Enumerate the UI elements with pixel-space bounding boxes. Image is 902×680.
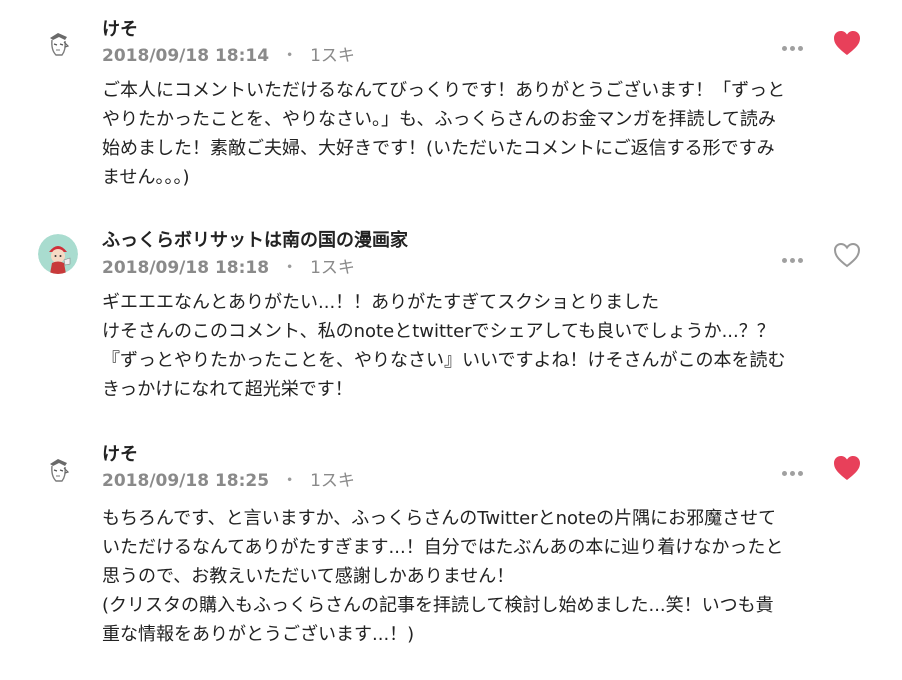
comment-line: (クリスタの購入もふっくらさんの記事を拝読して検討し始めました...笑！いつも貴 — [102, 595, 774, 616]
comment-line: 始めました！素敵ご夫婦、大好きです！(いただいたコメントにご返信する形ですみ — [102, 138, 775, 159]
more-options-icon[interactable] — [780, 248, 808, 263]
heart-icon[interactable] — [832, 454, 862, 482]
like-count[interactable]: 1スキ — [310, 46, 355, 66]
comment-meta: 2018/09/18 18:18 ・ 1スキ — [102, 256, 355, 280]
comment-line: やりたかったことを、やりなさい。」も、ふっくらさんのお金マンガを拝読して読み — [102, 109, 776, 130]
comment-line: 重な情報をありがとうございます...！) — [102, 624, 415, 645]
comment-author[interactable]: ふっくらボリサットは南の国の漫画家 — [102, 229, 408, 253]
meta-separator: ・ — [281, 471, 299, 491]
more-options-icon[interactable] — [780, 36, 808, 51]
comment-line: もちろんです、と言いますか、ふっくらさんのTwitterとnoteの片隅にお邪魔… — [102, 508, 777, 529]
like-count[interactable]: 1スキ — [310, 471, 355, 491]
comment-line: 『ずっとやりたかったことを、やりなさい』いいですよね！けそさんがこの本を読む — [102, 350, 786, 371]
comment-date: 2018/09/18 18:18 — [102, 258, 270, 278]
heart-icon[interactable] — [832, 241, 862, 269]
sketch-character-avatar-icon[interactable] — [38, 24, 78, 64]
comment-line: いただけるなんてありがたすぎます...！自分ではたぶんあの本に辿り着けなかったと — [102, 537, 784, 558]
comment-line: 思うので、お教えいただいて感謝しかありません！ — [102, 566, 515, 587]
heart-icon[interactable] — [832, 29, 862, 57]
comment-date: 2018/09/18 18:25 — [102, 471, 270, 491]
sketch-character-avatar-icon[interactable] — [38, 450, 78, 490]
meta-separator: ・ — [281, 46, 299, 66]
comment-line: けそさんのこのコメント、私のnoteとtwitterでシェアしても良いでしょうか… — [102, 321, 775, 342]
comment-body: ご本人にコメントいただけるなんてびっくりです！ありがとうございます！「ずっと や… — [102, 76, 872, 192]
comment-line: きっかけになれて超光栄です！ — [102, 379, 353, 400]
comment-line: ギエエエなんとありがたい...！！ありがたすぎてスクショとりました — [102, 292, 660, 313]
comment-line: ません。。。) — [102, 167, 190, 188]
comment-meta: 2018/09/18 18:25 ・ 1スキ — [102, 469, 355, 493]
meta-separator: ・ — [281, 258, 299, 278]
like-count[interactable]: 1スキ — [310, 258, 355, 278]
comment-author[interactable]: けそ — [102, 18, 138, 42]
illustrated-character-avatar-icon[interactable] — [38, 234, 78, 274]
comment-body: もちろんです、と言いますか、ふっくらさんのTwitterとnoteの片隅にお邪魔… — [102, 504, 872, 649]
comment-line: ご本人にコメントいただけるなんてびっくりです！ありがとうございます！「ずっと — [102, 80, 786, 101]
comment-body: ギエエエなんとありがたい...！！ありがたすぎてスクショとりました けそさんのこ… — [102, 288, 872, 404]
comment-date: 2018/09/18 18:14 — [102, 46, 270, 66]
more-options-icon[interactable] — [780, 461, 808, 476]
comment-author[interactable]: けそ — [102, 443, 138, 467]
comment-meta: 2018/09/18 18:14 ・ 1スキ — [102, 44, 355, 68]
